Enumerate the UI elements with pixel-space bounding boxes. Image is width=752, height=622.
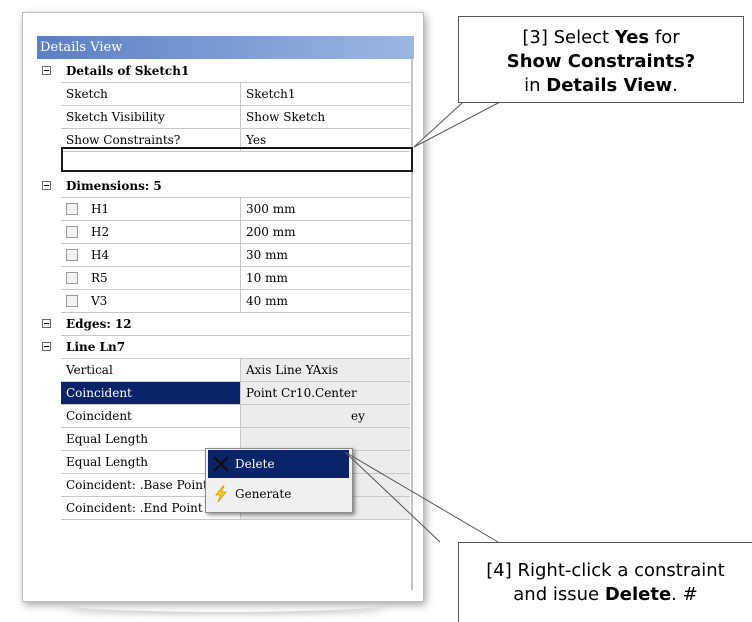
callout-step-4: [4] Right-click a constraint and issue D… <box>458 542 752 622</box>
property-value: Point Cr10.Center <box>241 382 410 405</box>
panel-edge <box>411 59 413 590</box>
property-row-sketch-visibility[interactable]: Sketch Visibility Show Sketch <box>37 106 410 129</box>
dimension-checkbox[interactable] <box>66 295 78 307</box>
group-line[interactable]: Line Ln7 <box>37 336 410 359</box>
callout-step-3: [3] Select Yes for Show Constraints? in … <box>458 16 744 103</box>
constraint-row-coincident-selected[interactable]: Coincident Point Cr10.Center <box>37 382 410 405</box>
context-menu: Delete Generate <box>205 448 353 513</box>
group-dimensions[interactable]: Dimensions: 5 <box>37 175 410 198</box>
delete-x-icon <box>213 456 229 472</box>
collapse-toggle-icon[interactable] <box>42 181 51 190</box>
property-label: V3 <box>61 290 241 313</box>
collapse-toggle-icon[interactable] <box>42 319 51 328</box>
property-value: Axis Line YAxis <box>241 359 410 382</box>
property-value[interactable]: Sketch1 <box>241 83 410 106</box>
group-edges[interactable]: Edges: 12 <box>37 313 410 336</box>
dimension-row-h1[interactable]: H1 300 mm <box>37 198 410 221</box>
group-label: Details of Sketch1 <box>61 60 410 83</box>
property-label: Coincident <box>61 405 241 428</box>
callout-text: . # <box>671 584 698 605</box>
property-label: Vertical <box>61 359 241 382</box>
callout-bold: Show Constraints? <box>506 51 696 72</box>
dimension-row-v3[interactable]: V3 40 mm <box>37 290 410 313</box>
menu-item-delete[interactable]: Delete <box>208 450 349 478</box>
callout-line: Show Constraints? <box>459 50 743 74</box>
callout-text: in <box>524 75 547 96</box>
callout-line: [4] Right-click a constraint <box>486 560 725 581</box>
callout-text: [3] Select <box>522 27 615 48</box>
group-label: Dimensions: 5 <box>61 175 410 198</box>
callout-line: in Details View. <box>459 74 743 98</box>
property-value[interactable]: 30 mm <box>241 244 410 267</box>
menu-item-generate[interactable]: Generate <box>208 480 349 508</box>
callout-text: and issue <box>513 584 605 605</box>
dimension-row-h4[interactable]: H4 30 mm <box>37 244 410 267</box>
frame-shadow <box>60 596 390 612</box>
callout-bold: Delete <box>604 584 672 605</box>
callout-bold: Yes <box>614 27 650 48</box>
group-label: Edges: 12 <box>61 313 410 336</box>
property-label: Sketch Visibility <box>61 106 241 129</box>
collapse-toggle-icon[interactable] <box>42 342 51 351</box>
constraint-row-coincident[interactable]: Coincident ey <box>37 405 410 428</box>
property-label: Sketch <box>61 83 241 106</box>
lightning-icon <box>215 485 227 503</box>
menu-item-label: Delete <box>235 457 275 471</box>
dimension-checkbox[interactable] <box>66 272 78 284</box>
callout-text: for <box>649 27 680 48</box>
callout-text: . <box>672 75 678 96</box>
constraint-row-vertical[interactable]: Vertical Axis Line YAxis <box>37 359 410 382</box>
property-label: H2 <box>61 221 241 244</box>
collapse-toggle-icon[interactable] <box>42 66 51 75</box>
property-value[interactable]: 200 mm <box>241 221 410 244</box>
property-value: ey <box>241 405 410 428</box>
dimension-checkbox[interactable] <box>66 249 78 261</box>
group-label: Line Ln7 <box>61 336 410 359</box>
callout-line: [3] Select Yes for <box>459 26 743 50</box>
show-constraints-value[interactable]: Yes <box>241 129 410 152</box>
callout-line: and issue Delete. # <box>459 583 752 607</box>
property-label: Coincident <box>61 382 241 405</box>
dimension-checkbox[interactable] <box>66 203 78 215</box>
menu-item-label: Generate <box>235 487 292 501</box>
property-label: H1 <box>61 198 241 221</box>
dimension-row-r5[interactable]: R5 10 mm <box>37 267 410 290</box>
property-value[interactable]: Show Sketch <box>241 106 410 129</box>
callout-bold: Details View <box>546 75 673 96</box>
property-label: Show Constraints? <box>61 129 241 152</box>
dimension-row-h2[interactable]: H2 200 mm <box>37 221 410 244</box>
property-row-sketch[interactable]: Sketch Sketch1 <box>37 83 410 106</box>
property-value[interactable]: 40 mm <box>241 290 410 313</box>
property-value[interactable]: 10 mm <box>241 267 410 290</box>
dimension-checkbox[interactable] <box>66 226 78 238</box>
property-value[interactable]: 300 mm <box>241 198 410 221</box>
group-details-of-sketch[interactable]: Details of Sketch1 <box>37 60 410 83</box>
details-view-title: Details View <box>37 36 414 59</box>
property-label: H4 <box>61 244 241 267</box>
property-row-show-constraints[interactable]: Show Constraints? Yes <box>37 129 410 152</box>
property-label: R5 <box>61 267 241 290</box>
